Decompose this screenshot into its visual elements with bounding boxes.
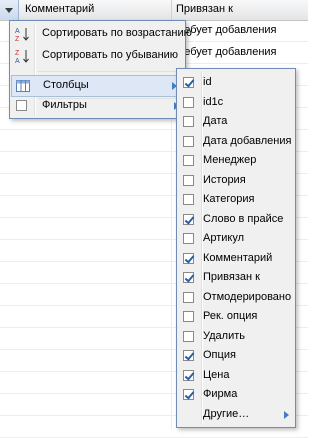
more-columns-label: Другие… — [203, 407, 250, 420]
sort-descending-icon: Z A — [15, 50, 29, 64]
column-header-comment[interactable]: Комментарий — [19, 0, 172, 20]
column-toggle-checkbox[interactable] — [183, 155, 194, 166]
column-toggle-checkbox[interactable] — [183, 77, 194, 88]
column-toggle-checkbox[interactable] — [183, 291, 194, 303]
submenu-arrow-icon — [284, 410, 289, 419]
column-toggle-checkbox[interactable] — [183, 96, 194, 108]
column-toggle-checkbox[interactable] — [183, 350, 194, 361]
column-toggle-label: Удалить — [203, 329, 245, 342]
column-toggle-checkbox[interactable] — [183, 272, 194, 283]
column-toggle-label: id1c — [203, 95, 224, 108]
column-toggle-label: Артикул — [203, 232, 245, 244]
cell-linked: Требует добавления — [172, 46, 277, 58]
column-toggle-label: Рек. опция — [203, 310, 258, 322]
svg-text:Z: Z — [15, 36, 20, 42]
menu-item-filters[interactable]: Фильтры — [10, 95, 185, 117]
column-toggle-checkbox[interactable] — [183, 194, 194, 205]
svg-text:Z: Z — [15, 50, 20, 57]
column-toggle-label: id — [203, 76, 212, 88]
column-toggle-checkbox[interactable] — [183, 213, 194, 225]
column-toggle-checkbox[interactable] — [183, 174, 194, 186]
column-toggle-label: Менеджер — [203, 154, 257, 166]
svg-text:A: A — [15, 58, 20, 64]
column-toggle-checkbox[interactable] — [183, 116, 194, 127]
column-toggle-label: Дата — [203, 115, 228, 127]
column-header-linked[interactable]: Привязан к — [172, 0, 307, 20]
column-toggle-checkbox[interactable] — [183, 369, 194, 381]
sort-ascending-icon: A Z — [15, 28, 29, 42]
columns-submenu: id id1c Дата Дата добавления Менеджер История… — [176, 68, 296, 428]
column-toggle-label: Цена — [203, 368, 230, 381]
filters-checkbox[interactable] — [16, 100, 27, 111]
columns-icon — [16, 80, 30, 92]
column-menu-trigger[interactable] — [0, 0, 19, 20]
column-toggle-label: Категория — [203, 193, 255, 205]
column-toggle-label: Дата добавления — [203, 134, 292, 147]
column-toggle-label: Фирма — [203, 388, 238, 400]
chevron-down-icon — [5, 8, 13, 13]
menu-separator — [38, 71, 183, 72]
column-toggle-checkbox[interactable] — [183, 135, 194, 147]
column-toggle-checkbox[interactable] — [183, 233, 194, 244]
column-toggle-checkbox[interactable] — [183, 389, 194, 400]
grid-header: Комментарий Привязан к — [0, 0, 308, 21]
column-toggle-label: Привязан к — [203, 271, 260, 283]
menu-item-sort-desc[interactable]: Z A Сортировать по убыванию — [10, 45, 185, 67]
menu-item-sort-asc[interactable]: A Z Сортировать по возрастанию — [10, 23, 192, 45]
column-toggle-label: Отмодерировано — [203, 290, 292, 303]
column-toggle-label: Опция — [203, 349, 236, 361]
column-toggle-checkbox[interactable] — [183, 330, 194, 342]
column-toggle-checkbox[interactable] — [183, 311, 194, 322]
column-toggle-checkbox[interactable] — [183, 252, 194, 264]
column-toggle-label: История — [203, 173, 246, 186]
column-menu: A Z Сортировать по возрастанию Z A Сорти… — [9, 20, 192, 119]
menu-item-columns[interactable]: Столбцы — [11, 75, 184, 97]
menu-item-more-columns[interactable]: Другие… — [177, 404, 295, 426]
svg-text:A: A — [15, 28, 20, 35]
column-toggle-label: Слово в прайсе — [203, 212, 284, 225]
column-toggle-label: Комментарий — [203, 251, 273, 264]
